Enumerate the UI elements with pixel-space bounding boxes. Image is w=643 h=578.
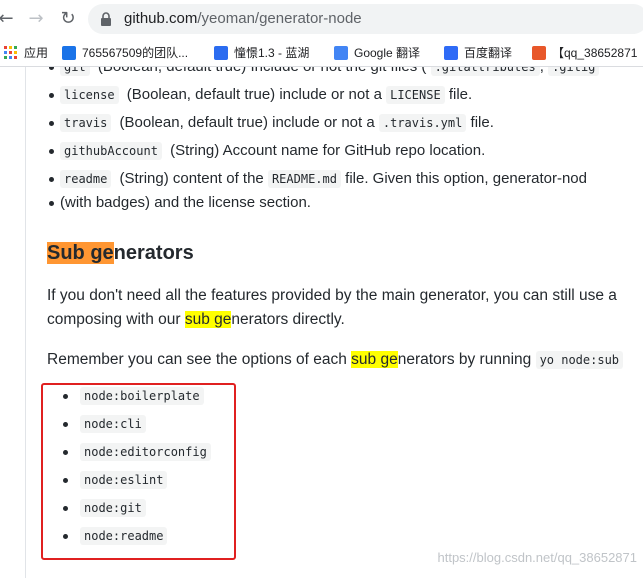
bookmark-label: 百度翻译: [464, 46, 513, 60]
bookmark-google-translate[interactable]: Google 翻译: [334, 44, 420, 61]
search-highlight: sub ge: [184, 311, 232, 328]
bookmark-label: 应用: [24, 46, 49, 60]
address-bar[interactable]: github.com/yeoman/generator-node: [88, 4, 643, 34]
option-code: .gitattributes: [430, 67, 540, 76]
option-desc: file. Given this option, generator-nod: [345, 170, 587, 187]
bookmarks-bar: 应用 765567509的团队... 憧憬1.3 - 蓝湖 Google 翻译 …: [0, 38, 643, 67]
heading-text: nerators: [113, 242, 194, 264]
bookmark-csdn[interactable]: 【qq_38652871: [532, 44, 637, 61]
google-translate-icon: [334, 45, 348, 60]
team-icon: [62, 45, 76, 60]
option-desc: (Boolean, default true) include or not a: [126, 86, 382, 103]
paragraph-text: Remember you can see the options of each: [47, 351, 352, 368]
option-desc: (Boolean, default true) include or not a: [119, 114, 375, 131]
list-item: readme (String) content of the README.md…: [48, 169, 599, 193]
lanhu-icon: [214, 45, 228, 60]
bookmark-label: Google 翻译: [354, 46, 421, 60]
bookmark-team[interactable]: 765567509的团队...: [62, 44, 188, 61]
paragraph-text: composing with our: [47, 311, 185, 328]
readme-content: git (Boolean, default true) Include or n…: [0, 67, 643, 578]
option-code: README.md: [267, 170, 341, 188]
search-highlight: Sub ge: [47, 242, 114, 264]
list-item: git (Boolean, default true) Include or n…: [48, 67, 600, 85]
paragraph-text: nerators by running: [397, 351, 536, 368]
option-code: readme: [60, 170, 112, 188]
list-item: githubAccount (String) Account name for …: [48, 141, 599, 169]
csdn-icon: [532, 45, 546, 60]
bookmark-baidu-translate[interactable]: 百度翻译: [444, 44, 512, 61]
url-host: github.com: [124, 10, 198, 27]
browser-toolbar: ← → ↻ github.com/yeoman/generator-node: [0, 0, 643, 38]
option-code: LICENSE: [386, 86, 445, 104]
option-desc: ,: [540, 67, 544, 75]
option-desc: (with badges) and the license section.: [60, 194, 311, 211]
option-code: git: [60, 67, 90, 76]
apps-grid-icon: [4, 45, 17, 59]
paragraph-text: If you don't need all the features provi…: [47, 287, 617, 304]
option-code: .travis.yml: [378, 114, 467, 132]
option-desc: (String) Account name for GitHub repo lo…: [170, 142, 486, 159]
section-heading: Sub generators: [47, 242, 194, 265]
watermark: https://blog.csdn.net/qq_38652871: [437, 550, 638, 565]
inline-code: yo node:sub: [535, 351, 624, 369]
option-code: .gitig: [548, 67, 600, 76]
bookmark-apps[interactable]: 应用: [4, 44, 48, 61]
paragraph-line: composing with our sub generators direct…: [47, 308, 345, 332]
option-code: license: [60, 86, 119, 104]
option-code: githubAccount: [60, 142, 162, 160]
lock-icon: [101, 12, 111, 26]
baidu-translate-icon: [444, 45, 458, 60]
paragraph-text: nerators directly.: [231, 311, 345, 328]
search-highlight: sub ge: [351, 351, 398, 368]
option-desc: file.: [470, 114, 494, 131]
bookmark-label: 【qq_38652871: [552, 46, 638, 60]
option-desc: file.: [448, 86, 473, 103]
url-text[interactable]: github.com/yeoman/generator-node: [124, 10, 362, 27]
annotation-box: [41, 383, 236, 560]
list-item-continuation: (with badges) and the license section.: [48, 193, 599, 217]
list-item: license (Boolean, default true) include …: [48, 85, 599, 113]
back-icon[interactable]: ←: [0, 9, 16, 29]
bookmark-lanhu[interactable]: 憧憬1.3 - 蓝湖: [214, 44, 309, 61]
list-item: travis (Boolean, default true) include o…: [48, 113, 599, 141]
forward-icon[interactable]: →: [26, 9, 46, 29]
divider: [25, 67, 26, 578]
options-list: git (Boolean, default true) Include or n…: [48, 67, 600, 217]
bookmark-label: 憧憬1.3 - 蓝湖: [234, 46, 310, 60]
paragraph-line: If you don't need all the features provi…: [47, 284, 617, 308]
option-desc: (String) content of the: [119, 170, 264, 187]
url-path: /yeoman/generator-node: [197, 10, 362, 27]
reload-icon[interactable]: ↻: [58, 9, 78, 29]
paragraph-line: Remember you can see the options of each…: [47, 348, 624, 372]
option-code: travis: [60, 114, 112, 132]
option-desc: (Boolean, default true) Include or not t…: [98, 67, 427, 75]
bookmark-label: 765567509的团队...: [82, 46, 189, 60]
